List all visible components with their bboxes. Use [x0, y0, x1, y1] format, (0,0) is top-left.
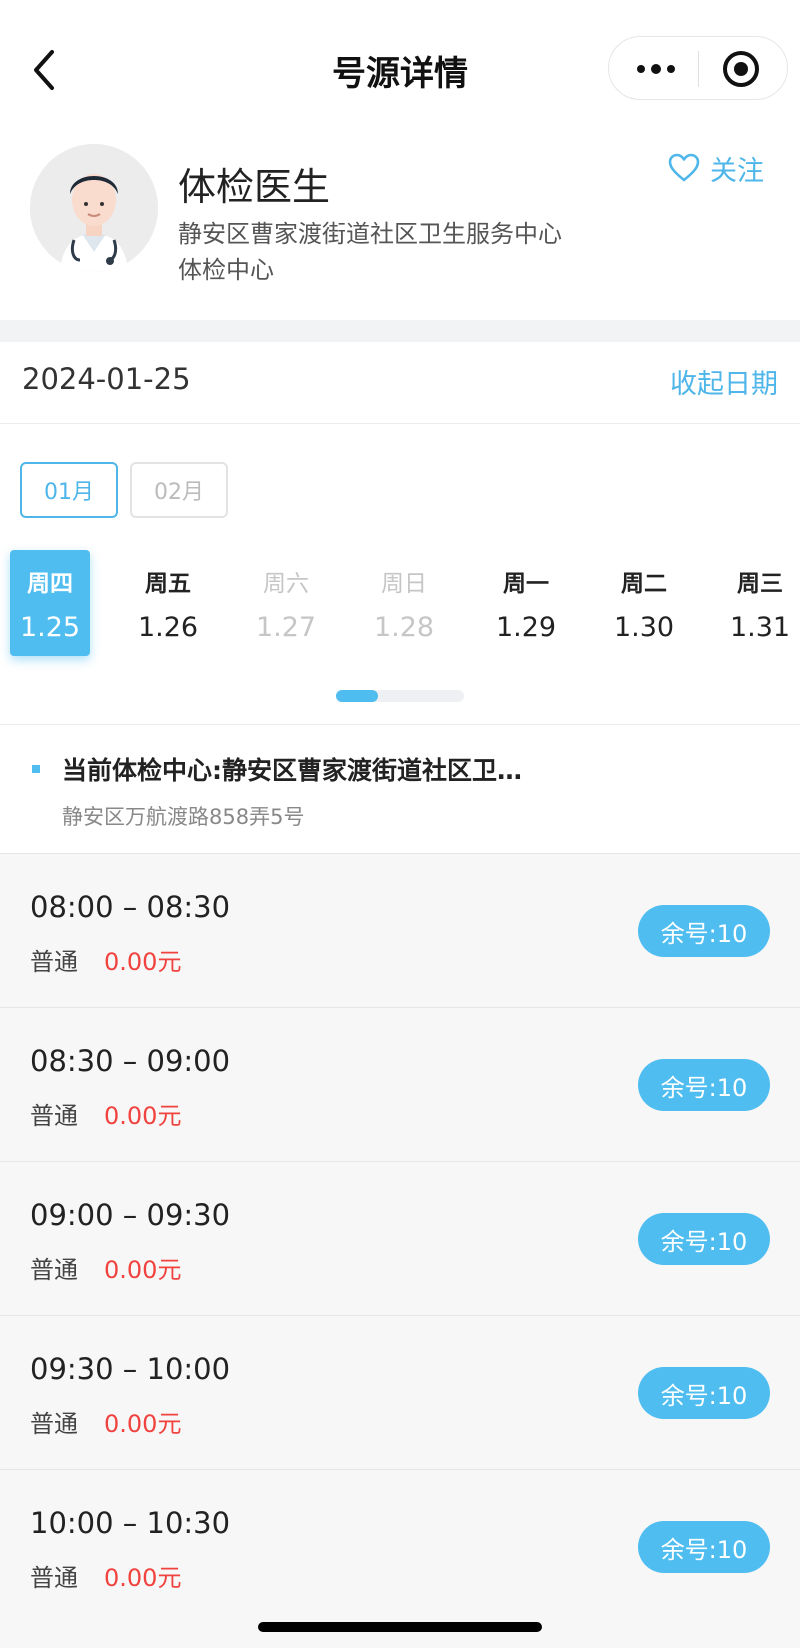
day-weekday: 周二 — [621, 571, 667, 597]
slot-type: 普通 — [30, 1102, 78, 1130]
day-weekday: 周一 — [503, 571, 549, 597]
day-item[interactable]: 周五 1.26 — [128, 550, 208, 656]
slot-price: 0.00元 — [104, 1564, 182, 1592]
follow-button[interactable]: 关注 — [668, 148, 764, 188]
slot-price: 0.00元 — [104, 1410, 182, 1438]
more-dots-icon[interactable] — [631, 51, 681, 87]
remaining-slots-button[interactable]: 余号:10 — [638, 905, 770, 957]
doctor-card: 体检医生 静安区曹家渡街道社区卫生服务中心 体检中心 关注 — [0, 130, 800, 320]
day-date: 1.29 — [495, 612, 557, 643]
slot-type: 普通 — [30, 1256, 78, 1284]
day-date: 1.28 — [373, 612, 435, 643]
doctor-name: 体检医生 — [178, 165, 331, 209]
slot-type: 普通 — [30, 948, 78, 976]
time-slot: 09:30 – 10:00 普通 0.00元 余号:10 — [0, 1315, 800, 1469]
day-item: 周六 1.27 — [246, 550, 326, 656]
capsule-divider — [698, 51, 699, 87]
day-weekday: 周日 — [381, 571, 427, 597]
bullet-marker — [32, 765, 40, 773]
doctor-avatar-illustration — [30, 144, 158, 272]
home-indicator[interactable] — [258, 1622, 542, 1632]
doctor-hospital: 静安区曹家渡街道社区卫生服务中心 体检中心 — [178, 216, 618, 288]
remaining-slots-button[interactable]: 余号:10 — [638, 1521, 770, 1573]
month-chip[interactable]: 01月 — [20, 462, 118, 518]
day-weekday: 周六 — [263, 571, 309, 597]
slot-price: 0.00元 — [104, 948, 182, 976]
exam-center-name: 当前体检中心:静安区曹家渡街道社区卫… — [62, 756, 522, 785]
day-date: 1.27 — [255, 612, 317, 643]
department-name: 体检中心 — [178, 256, 274, 284]
heart-outline-icon — [668, 153, 700, 182]
slot-time: 08:00 – 08:30 — [30, 890, 231, 924]
remaining-slots-button[interactable]: 余号:10 — [638, 1367, 770, 1419]
day-weekday: 周四 — [27, 571, 73, 597]
doctor-avatar — [30, 144, 158, 272]
time-slot: 09:00 – 09:30 普通 0.00元 余号:10 — [0, 1161, 800, 1315]
day-date: 1.30 — [613, 612, 675, 643]
hospital-name: 静安区曹家渡街道社区卫生服务中心 — [178, 220, 562, 248]
slot-price: 0.00元 — [104, 1256, 182, 1284]
slot-type: 普通 — [30, 1410, 78, 1438]
time-slot: 08:30 – 09:00 普通 0.00元 余号:10 — [0, 1007, 800, 1161]
slot-time: 10:00 – 10:30 — [30, 1506, 231, 1540]
day-weekday: 周五 — [145, 571, 191, 597]
day-date: 1.25 — [19, 612, 81, 643]
slot-time: 08:30 – 09:00 — [30, 1044, 231, 1078]
day-scroll-thumb[interactable] — [336, 690, 378, 702]
mini-program-capsule — [608, 36, 788, 100]
month-chip[interactable]: 02月 — [130, 462, 228, 518]
day-item[interactable]: 周二 1.30 — [604, 550, 684, 656]
exam-center-address: 静安区万航渡路858弄5号 — [62, 805, 305, 829]
mini-program-close-icon[interactable] — [723, 51, 759, 87]
month-selector: 01月 02月 — [20, 462, 228, 518]
slot-type: 普通 — [30, 1564, 78, 1592]
current-date: 2024-01-25 — [22, 362, 191, 396]
day-date: 1.31 — [729, 612, 791, 643]
slot-time: 09:30 – 10:00 — [30, 1352, 231, 1386]
date-header: 2024-01-25 收起日期 — [0, 342, 800, 424]
day-weekday: 周三 — [737, 571, 783, 597]
day-date: 1.26 — [137, 612, 199, 643]
slot-time: 09:00 – 09:30 — [30, 1198, 231, 1232]
remaining-slots-button[interactable]: 余号:10 — [638, 1213, 770, 1265]
day-item[interactable]: 周三 1.31 — [720, 550, 800, 656]
time-slot-list: 08:00 – 08:30 普通 0.00元 余号:10 08:30 – 09:… — [0, 853, 800, 1648]
day-item: 周日 1.28 — [364, 550, 444, 656]
navigation-bar: 号源详情 — [0, 0, 800, 130]
follow-label: 关注 — [710, 155, 764, 187]
section-divider — [0, 320, 800, 342]
time-slot: 08:00 – 08:30 普通 0.00元 余号:10 — [0, 853, 800, 1007]
slot-price: 0.00元 — [104, 1102, 182, 1130]
day-scroll-track[interactable] — [336, 690, 464, 702]
day-item[interactable]: 周一 1.29 — [486, 550, 566, 656]
collapse-dates-button[interactable]: 收起日期 — [670, 362, 778, 401]
remaining-slots-button[interactable]: 余号:10 — [638, 1059, 770, 1111]
day-item[interactable]: 周四 1.25 — [10, 550, 90, 656]
exam-center-info: 当前体检中心:静安区曹家渡街道社区卫… 静安区万航渡路858弄5号 — [0, 725, 800, 853]
day-selector: 周四 1.25 周五 1.26 周六 1.27 周日 1.28 周一 1.29 … — [0, 550, 800, 658]
time-slot: 10:00 – 10:30 普通 0.00元 余号:10 — [0, 1469, 800, 1623]
